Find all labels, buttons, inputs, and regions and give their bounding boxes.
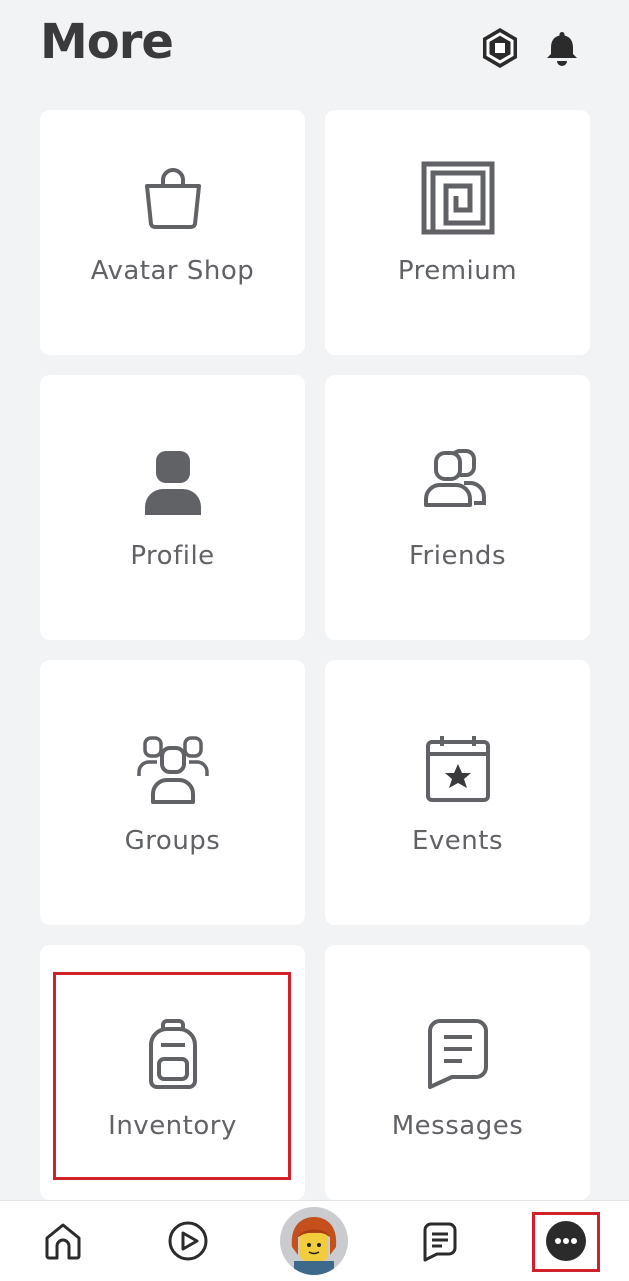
header: More (0, 0, 629, 100)
avatar-icon (280, 1207, 348, 1275)
tile-profile[interactable]: Profile (40, 375, 305, 640)
nav-discover[interactable] (148, 1201, 228, 1281)
tile-label: Friends (408, 541, 506, 571)
tile-label: Premium (397, 256, 518, 286)
nav-home[interactable] (23, 1201, 103, 1281)
nav-avatar[interactable] (274, 1201, 354, 1281)
home-icon (45, 1223, 81, 1260)
message-icon (418, 1015, 498, 1095)
friends-icon (418, 445, 498, 525)
tile-avatar-shop[interactable]: Avatar Shop (40, 110, 305, 355)
tile-friends[interactable]: Friends (325, 375, 590, 640)
tile-label: Messages (391, 1111, 524, 1141)
page-title: More (40, 14, 174, 70)
chat-icon (423, 1222, 457, 1262)
tile-premium[interactable]: Premium (325, 110, 590, 355)
tile-events[interactable]: Events (325, 660, 590, 925)
tile-label: Profile (130, 541, 215, 571)
tile-label: Avatar Shop (90, 256, 255, 286)
more-highlight-box (532, 1212, 600, 1272)
robux-icon[interactable] (478, 26, 522, 70)
tile-messages[interactable]: Messages (325, 945, 590, 1200)
tile-groups[interactable]: Groups (40, 660, 305, 925)
inventory-highlight-box (53, 972, 291, 1180)
bell-icon[interactable] (540, 26, 584, 70)
calendar-star-icon (418, 730, 498, 810)
shopping-bag-icon (133, 158, 213, 238)
groups-icon (133, 730, 213, 810)
premium-icon (418, 158, 498, 238)
nav-chat[interactable] (400, 1201, 480, 1281)
tile-label: Groups (124, 826, 221, 856)
tile-label: Events (411, 826, 504, 856)
person-icon (133, 445, 213, 525)
play-icon (168, 1221, 208, 1261)
